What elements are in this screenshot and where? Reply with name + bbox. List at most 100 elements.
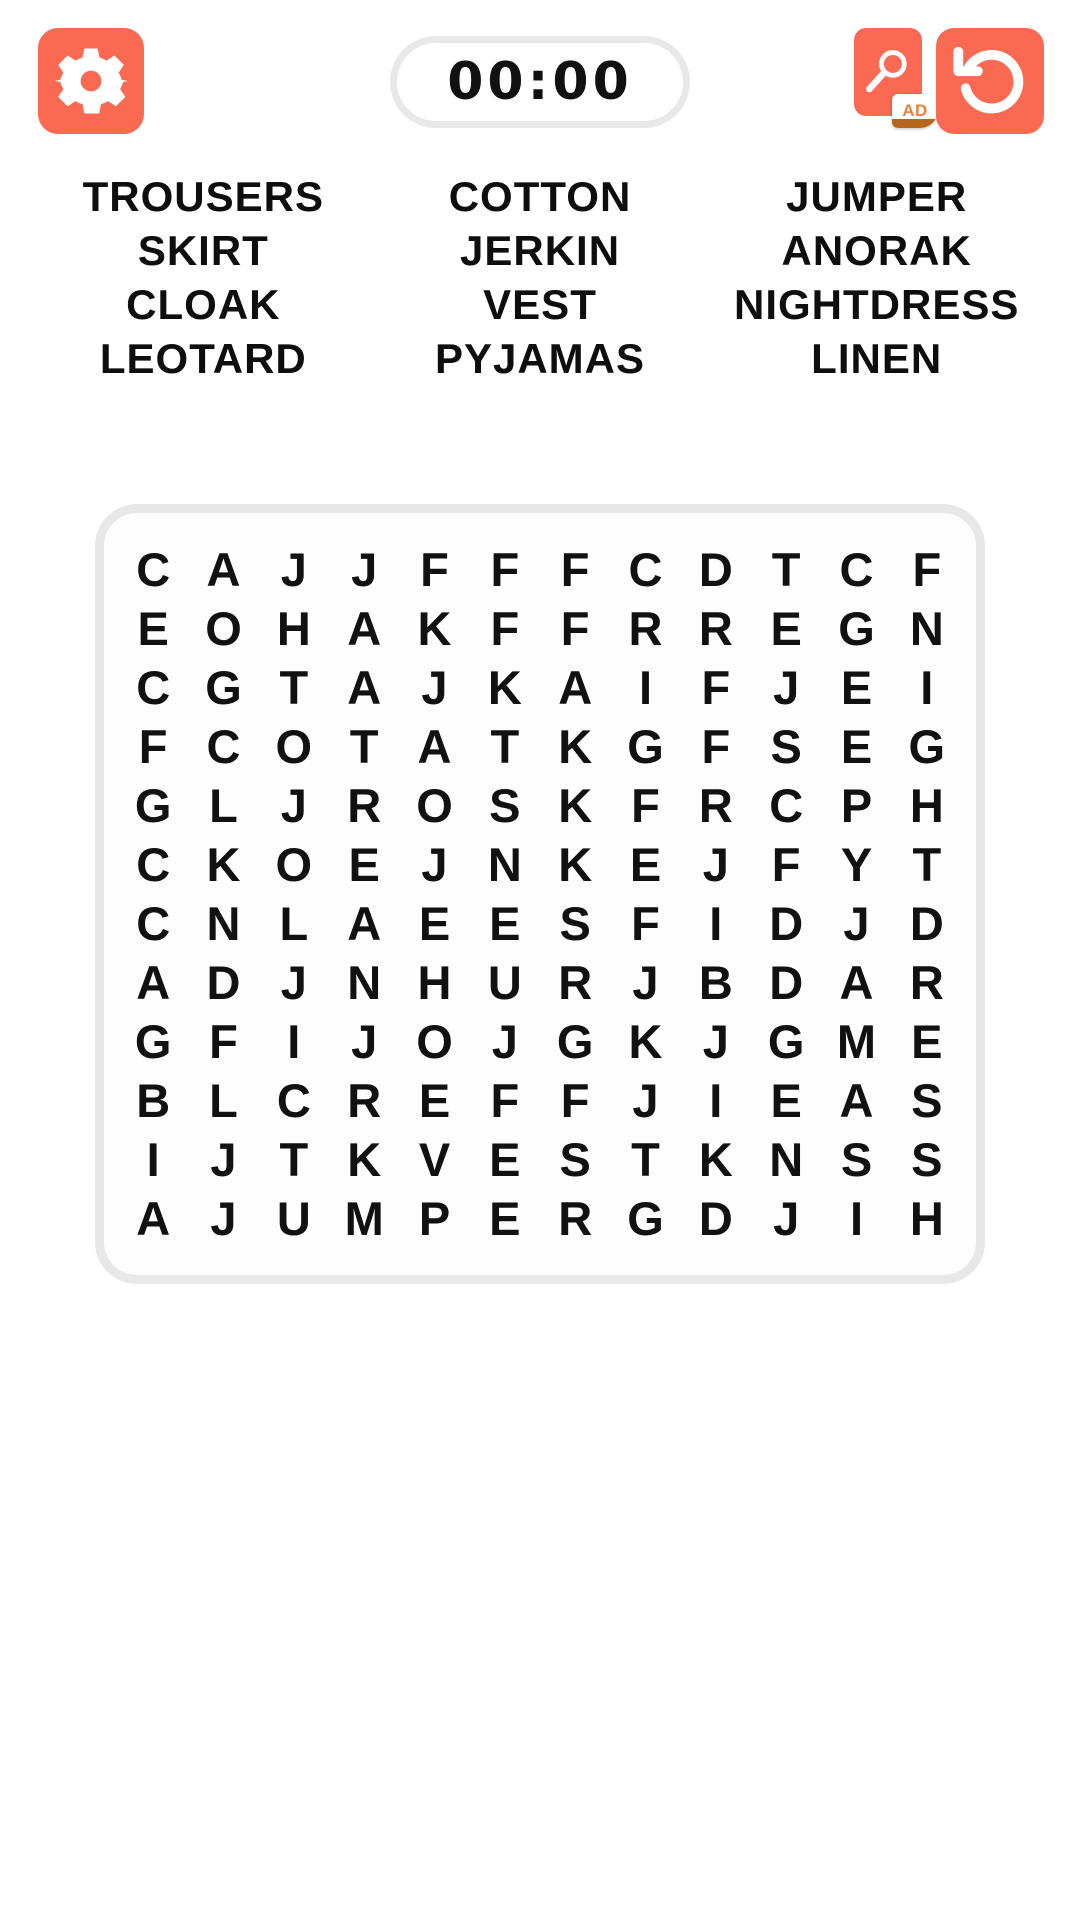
grid-cell[interactable]: G [892,717,962,776]
grid-cell[interactable]: O [399,1012,469,1071]
grid-cell[interactable]: M [821,1012,891,1071]
hint-button[interactable]: AD [854,28,938,128]
word-item[interactable]: LEOTARD [100,332,307,386]
grid-cell[interactable]: N [329,953,399,1012]
grid-cell[interactable]: C [188,717,258,776]
grid-cell[interactable]: C [259,1071,329,1130]
grid-cell[interactable]: S [470,776,540,835]
grid-cell[interactable]: I [610,658,680,717]
grid-cell[interactable]: E [399,894,469,953]
grid-cell[interactable]: C [610,540,680,599]
grid-cell[interactable]: J [188,1130,258,1189]
word-item[interactable]: JUMPER [786,170,967,224]
grid-cell[interactable]: J [681,835,751,894]
settings-button[interactable] [38,28,144,134]
grid-cell[interactable]: H [892,776,962,835]
word-item[interactable]: LINEN [811,332,942,386]
grid-cell[interactable]: P [399,1189,469,1248]
grid-cell[interactable]: O [259,835,329,894]
grid-cell[interactable]: T [259,1130,329,1189]
grid-cell[interactable]: A [399,717,469,776]
grid-cell[interactable]: L [259,894,329,953]
grid-cell[interactable]: F [540,599,610,658]
grid-cell[interactable]: C [118,894,188,953]
grid-cell[interactable]: C [118,835,188,894]
grid-cell[interactable]: A [329,894,399,953]
grid-cell[interactable]: A [118,1189,188,1248]
grid-cell[interactable]: S [751,717,821,776]
grid-cell[interactable]: R [540,953,610,1012]
grid-cell[interactable]: K [399,599,469,658]
grid-cell[interactable]: T [329,717,399,776]
grid-cell[interactable]: U [259,1189,329,1248]
grid-cell[interactable]: J [329,1012,399,1071]
grid-cell[interactable]: A [188,540,258,599]
grid-cell[interactable]: K [540,717,610,776]
grid-cell[interactable]: D [751,953,821,1012]
grid-cell[interactable]: F [118,717,188,776]
grid-cell[interactable]: C [821,540,891,599]
grid-cell[interactable]: G [118,1012,188,1071]
grid-cell[interactable]: E [892,1012,962,1071]
grid-cell[interactable]: F [681,658,751,717]
grid-cell[interactable]: O [399,776,469,835]
grid-cell[interactable]: G [118,776,188,835]
grid-cell[interactable]: R [681,776,751,835]
grid-cell[interactable]: L [188,1071,258,1130]
grid-cell[interactable]: G [610,1189,680,1248]
grid-cell[interactable]: A [821,953,891,1012]
grid-cell[interactable]: J [259,953,329,1012]
grid-cell[interactable]: C [118,540,188,599]
grid-cell[interactable]: B [118,1071,188,1130]
grid-cell[interactable]: K [470,658,540,717]
grid-cell[interactable]: E [610,835,680,894]
grid-cell[interactable]: J [751,1189,821,1248]
grid-cell[interactable]: A [118,953,188,1012]
grid-cell[interactable]: I [118,1130,188,1189]
grid-cell[interactable]: O [188,599,258,658]
grid-cell[interactable]: E [399,1071,469,1130]
grid-cell[interactable]: H [259,599,329,658]
word-item[interactable]: JERKIN [460,224,620,278]
grid-cell[interactable]: E [751,1071,821,1130]
grid-cell[interactable]: G [188,658,258,717]
grid-cell[interactable]: S [892,1130,962,1189]
grid-cell[interactable]: I [821,1189,891,1248]
grid-cell[interactable]: K [329,1130,399,1189]
grid-cell[interactable]: E [470,1189,540,1248]
grid-cell[interactable]: G [540,1012,610,1071]
grid-cell[interactable]: A [329,658,399,717]
word-item[interactable]: NIGHTDRESS [734,278,1019,332]
grid-cell[interactable]: H [399,953,469,1012]
grid-cell[interactable]: T [892,835,962,894]
word-item[interactable]: TROUSERS [83,170,324,224]
grid-cell[interactable]: R [610,599,680,658]
restart-button[interactable] [936,28,1044,134]
grid-cell[interactable]: E [329,835,399,894]
grid-cell[interactable]: R [892,953,962,1012]
grid-cell[interactable]: D [892,894,962,953]
grid-cell[interactable]: T [610,1130,680,1189]
grid-cell[interactable]: J [610,953,680,1012]
grid-cell[interactable]: S [540,894,610,953]
word-item[interactable]: SKIRT [138,224,269,278]
grid-cell[interactable]: I [681,1071,751,1130]
grid-cell[interactable]: F [610,894,680,953]
grid-cell[interactable]: J [610,1071,680,1130]
grid-cell[interactable]: T [470,717,540,776]
grid-cell[interactable]: F [540,540,610,599]
grid-cell[interactable]: N [751,1130,821,1189]
word-item[interactable]: ANORAK [782,224,972,278]
grid-cell[interactable]: F [751,835,821,894]
grid-cell[interactable]: T [259,658,329,717]
grid-cell[interactable]: G [610,717,680,776]
grid-cell[interactable]: E [821,658,891,717]
grid-cell[interactable]: O [259,717,329,776]
grid-cell[interactable]: J [470,1012,540,1071]
grid-cell[interactable]: J [399,658,469,717]
grid-cell[interactable]: R [681,599,751,658]
grid-cell[interactable]: E [751,599,821,658]
grid-cell[interactable]: C [751,776,821,835]
grid-cell[interactable]: N [470,835,540,894]
word-item[interactable]: COTTON [449,170,632,224]
